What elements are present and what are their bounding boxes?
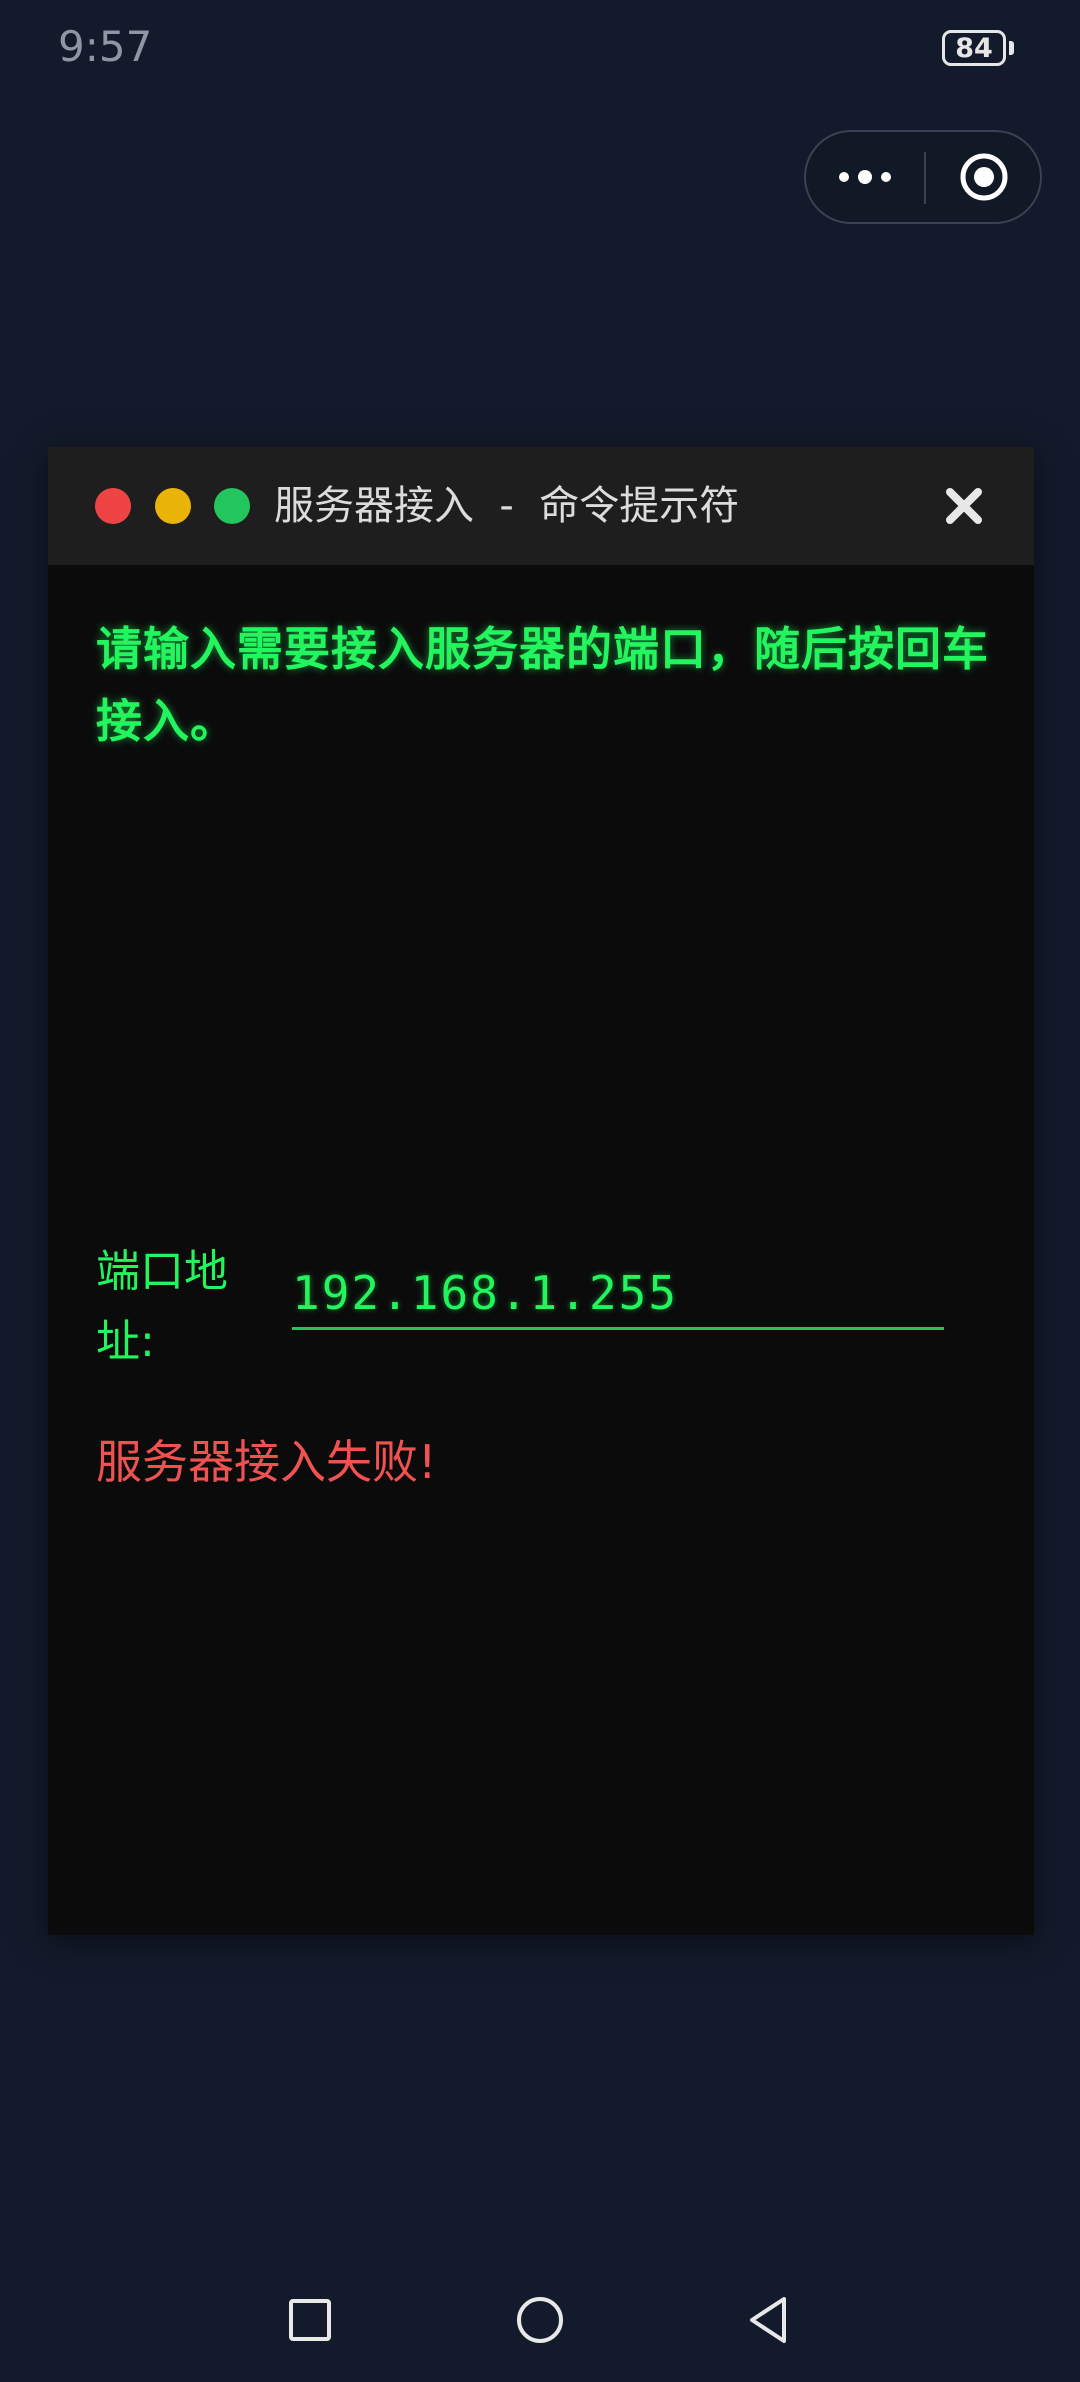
prompt-text: 请输入需要接入服务器的端口，随后按回车接入。 bbox=[96, 622, 989, 748]
triangle-back-icon[interactable] bbox=[718, 2270, 818, 2370]
window-titlebar: 服务器接入 - 命令提示符 bbox=[48, 447, 1034, 565]
minimize-traffic-light[interactable] bbox=[155, 488, 191, 524]
terminal-content: 请输入需要接入服务器的端口，随后按回车接入。 bbox=[96, 613, 996, 757]
window-title: 服务器接入 - 命令提示符 bbox=[274, 483, 740, 529]
more-dots-icon[interactable] bbox=[806, 132, 924, 222]
maximize-traffic-light[interactable] bbox=[214, 488, 250, 524]
mini-program-capsule bbox=[804, 130, 1042, 224]
port-label: 端口地址: bbox=[96, 1246, 228, 1367]
battery-level: 84 bbox=[955, 32, 993, 64]
port-input[interactable] bbox=[292, 1259, 944, 1330]
terminal-window: 服务器接入 - 命令提示符 请输入需要接入服务器的端口，随后按回车接入。 端口地… bbox=[48, 447, 1034, 1935]
battery-tip bbox=[1009, 41, 1014, 55]
error-message: 服务器接入失败! bbox=[96, 1435, 437, 1489]
status-bar: 9:57 84 bbox=[0, 0, 1080, 100]
system-navbar bbox=[0, 2270, 1080, 2382]
circle-icon[interactable] bbox=[490, 2270, 590, 2370]
square-icon[interactable] bbox=[260, 2270, 360, 2370]
battery-icon: 84 bbox=[942, 30, 1006, 66]
target-circle-icon[interactable] bbox=[926, 132, 1042, 222]
port-row: 端口地址: bbox=[96, 1237, 996, 1387]
close-traffic-light[interactable] bbox=[95, 488, 131, 524]
close-x-icon[interactable] bbox=[938, 480, 990, 532]
status-time: 9:57 bbox=[58, 22, 153, 71]
